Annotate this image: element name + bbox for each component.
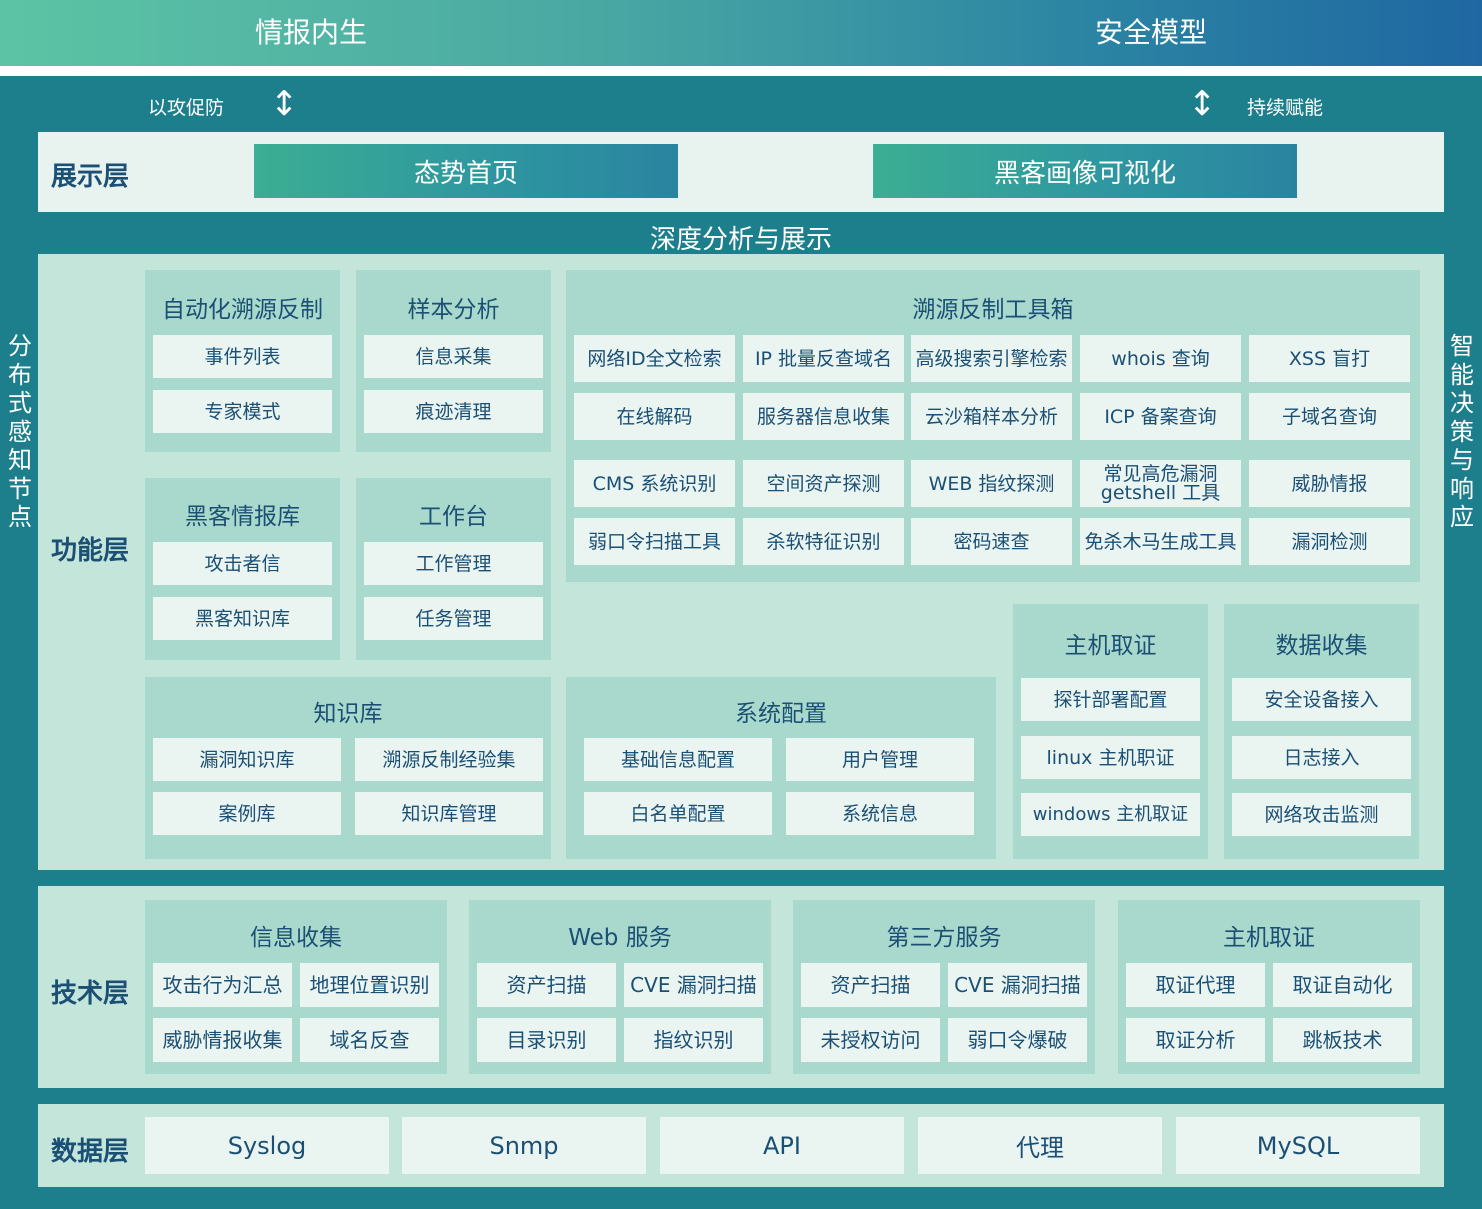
toolbox-item: XSS 盲打	[1249, 335, 1410, 382]
event-list-item: 事件列表	[153, 335, 332, 378]
tech-item: 跳板技术	[1273, 1018, 1412, 1062]
windows-host-item: windows 主机取证	[1021, 793, 1200, 836]
data-collect-title: 数据收集	[1275, 633, 1368, 659]
tech-group-title: 第三方服务	[886, 925, 1002, 951]
header-banner	[0, 0, 1482, 66]
sample-analysis-title: 样本分析	[407, 297, 500, 323]
data-source-item: Syslog	[145, 1117, 389, 1174]
tech-item: 攻击行为汇总	[153, 963, 292, 1007]
side-right-label: 智能决策与响应	[1450, 332, 1474, 531]
toolbox-item: 威胁情报	[1249, 460, 1410, 507]
toolbox-item: 服务器信息收集	[743, 393, 904, 440]
toolbox-item: 免杀木马生成工具	[1080, 518, 1241, 565]
flow-right-label: 持续赋能	[1247, 97, 1324, 119]
data-source-item: API	[660, 1117, 904, 1174]
log-access-item: 日志接入	[1232, 736, 1411, 779]
tech-item: 域名反查	[300, 1018, 439, 1062]
system-info-item: 系统信息	[786, 792, 974, 835]
tech-item: 取证代理	[1126, 963, 1265, 1007]
linux-host-item: linux 主机职证	[1021, 736, 1200, 779]
trace-clean-item: 痕迹清理	[364, 390, 543, 433]
tech-item: CVE 漏洞扫描	[948, 963, 1087, 1007]
knowledge-base-title: 知识库	[313, 701, 383, 727]
toolbox-title: 溯源反制工具箱	[912, 297, 1074, 323]
header-left-title: 情报内生	[255, 16, 368, 49]
tech-item: 资产扫描	[801, 963, 940, 1007]
toolbox-item: 空间资产探测	[743, 460, 904, 507]
info-collect-item: 信息采集	[364, 335, 543, 378]
toolbox-item: ICP 备案查询	[1080, 393, 1241, 440]
presentation-layer-label: 展示层	[51, 162, 130, 192]
case-library-item: 案例库	[153, 792, 341, 835]
tech-group-title: Web 服务	[568, 925, 672, 951]
workbench-title: 工作台	[419, 504, 488, 530]
data-source-item: 代理	[918, 1117, 1162, 1174]
tech-item: 取证分析	[1126, 1018, 1265, 1062]
tech-item: 取证自动化	[1273, 963, 1412, 1007]
toolbox-item: 杀软特征识别	[743, 518, 904, 565]
toolbox-item: 云沙箱样本分析	[911, 393, 1072, 440]
work-manage-item: 工作管理	[364, 542, 543, 585]
tech-item: 地理位置识别	[300, 963, 439, 1007]
toolbox-item: CMS 系统识别	[574, 460, 735, 507]
tech-item: 威胁情报收集	[153, 1018, 292, 1062]
function-layer-label: 功能层	[51, 536, 130, 566]
auto-trace-title: 自动化溯源反制	[162, 297, 323, 323]
tech-item: 目录识别	[477, 1018, 616, 1062]
toolbox-item: 高级搜索引擎检索	[911, 335, 1072, 382]
hacker-intel-title: 黑客情报库	[185, 504, 300, 530]
header-right-title: 安全模型	[1095, 16, 1208, 49]
system-config-title: 系统配置	[735, 701, 827, 727]
toolbox-item: 漏洞检测	[1249, 518, 1410, 565]
tech-group-title: 信息收集	[250, 925, 342, 951]
data-layer-label: 数据层	[51, 1137, 130, 1167]
hacker-kb-item: 黑客知识库	[153, 597, 332, 640]
tech-group-title: 主机取证	[1223, 925, 1315, 951]
arrow-updown-icon: ↕	[270, 84, 299, 124]
basic-config-item: 基础信息配置	[584, 738, 772, 781]
toolbox-item: 密码速查	[911, 518, 1072, 565]
toolbox-item: 常见高危漏洞 getshell 工具	[1080, 460, 1241, 507]
toolbox-item: whois 查询	[1080, 335, 1241, 382]
tech-item: CVE 漏洞扫描	[624, 963, 763, 1007]
trace-experience-item: 溯源反制经验集	[355, 738, 543, 781]
probe-deploy-item: 探针部署配置	[1021, 678, 1200, 721]
deep-analysis-band: 深度分析与展示	[649, 225, 832, 255]
side-left-label: 分布式感知节点	[8, 332, 32, 531]
situation-home-box: 态势首页	[254, 144, 678, 198]
task-manage-item: 任务管理	[364, 597, 543, 640]
flow-left-label: 以攻促防	[148, 97, 225, 119]
toolbox-item: 网络ID全文检索	[574, 335, 735, 382]
toolbox-item: IP 批量反查域名	[743, 335, 904, 382]
tech-item: 未授权访问	[801, 1018, 940, 1062]
tech-item: 指纹识别	[624, 1018, 763, 1062]
tech-layer-label: 技术层	[51, 979, 130, 1009]
whitelist-config-item: 白名单配置	[584, 792, 772, 835]
toolbox-item: 子域名查询	[1249, 393, 1410, 440]
hacker-profile-box: 黑客画像可视化	[873, 144, 1297, 198]
toolbox-item: WEB 指纹探测	[911, 460, 1072, 507]
toolbox-item: 在线解码	[574, 393, 735, 440]
arrow-updown-icon: ↕	[1188, 84, 1217, 124]
expert-mode-item: 专家模式	[153, 390, 332, 433]
vuln-kb-item: 漏洞知识库	[153, 738, 341, 781]
toolbox-item: 弱口令扫描工具	[574, 518, 735, 565]
user-manage-item: 用户管理	[786, 738, 974, 781]
attacker-info-item: 攻击者信	[153, 542, 332, 585]
host-forensics-title: 主机取证	[1064, 633, 1157, 659]
data-source-item: Snmp	[402, 1117, 646, 1174]
attack-monitor-item: 网络攻击监测	[1232, 793, 1411, 836]
security-device-item: 安全设备接入	[1232, 678, 1411, 721]
tech-item: 弱口令爆破	[948, 1018, 1087, 1062]
tech-item: 资产扫描	[477, 963, 616, 1007]
kb-manage-item: 知识库管理	[355, 792, 543, 835]
data-source-item: MySQL	[1176, 1117, 1420, 1174]
